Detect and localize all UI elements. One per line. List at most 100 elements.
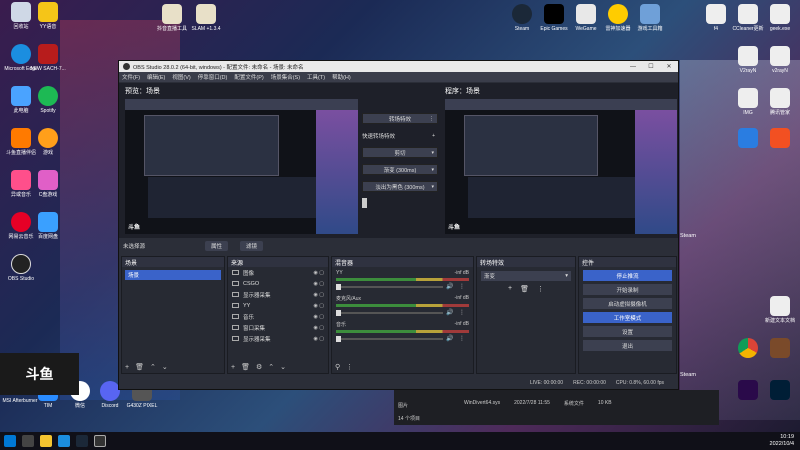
file-row[interactable]: WinDivert64.sys 2022/7/28 11:55 系统文件 10 … [464,400,612,407]
folder-item[interactable]: 图片 [398,402,408,409]
gear-icon[interactable]: ⚙ [256,364,262,371]
system-clock[interactable]: 10:19 2022/10/4 [770,434,794,448]
source-item[interactable]: YY ◉ ▢ [228,300,328,311]
t-bar-slider[interactable] [362,198,367,208]
start-recording-button[interactable]: 开始录制 [583,284,672,295]
obs-titlebar[interactable]: OBS Studio 28.0.2 (64-bit, windows) - 配置… [119,61,678,72]
more-icon[interactable]: ⋮ [459,309,469,316]
source-item[interactable]: CSGO ◉ ▢ [228,278,328,289]
trash-icon[interactable]: 🗑 [135,364,144,371]
add-quick-transition-icon[interactable]: + [432,133,435,139]
settings-button[interactable]: 设置 [583,326,672,337]
add-icon[interactable]: + [508,285,512,293]
add-icon[interactable]: + [231,364,235,371]
desktop-icon-spotify[interactable]: Spotify [28,86,68,114]
monitor-icon [232,292,239,297]
desktop-icon-slam[interactable]: SLAM +1.3.4 [186,4,226,32]
arrow-down-icon[interactable]: ⌄ [280,364,286,371]
link-icon[interactable]: ⚲ [335,364,340,371]
filters-button[interactable]: 滤镜 [240,241,264,251]
more-icon[interactable]: ⋮ [459,283,469,290]
eye-icon[interactable]: ◉ ▢ [314,336,324,342]
minimize-icon[interactable]: — [624,64,642,70]
menu-file[interactable]: 文件(F) [122,73,140,81]
cut-select[interactable]: 剪切 ▾ [362,147,438,158]
desktop-icon-steam[interactable]: Steam [502,4,542,32]
properties-button[interactable]: 属性 [205,241,229,251]
volume-slider[interactable] [336,283,443,290]
preview-canvas[interactable]: 斗鱼 [125,99,358,234]
more-icon[interactable]: ⋮ [346,364,353,371]
speaker-icon[interactable]: 🔊 [446,283,456,290]
spotify-icon [38,86,58,106]
transition-select[interactable]: 渐变 ▾ [481,271,571,281]
desktop-icon-photoshop[interactable] [760,380,800,402]
desktop-icon-baidu-pan[interactable]: 百度网盘 [28,212,68,240]
desktop-icon-game[interactable]: 游戏 [28,128,68,156]
arrow-up-icon[interactable]: ⌃ [268,364,274,371]
desktop-icon-geek[interactable]: geek.exe [760,4,800,32]
trash-icon[interactable]: 🗑 [520,285,529,293]
desktop-icon-tencent[interactable]: 腾讯管家 [760,88,800,116]
edge-icon[interactable] [58,435,70,447]
desktop-icon-new-text[interactable]: 新建文本文档 [760,296,800,324]
window-title: OBS Studio 28.0.2 (64-bit, windows) - 配置… [133,64,304,71]
menu-help[interactable]: 帮助(H) [332,73,351,81]
file-icon [162,4,182,24]
eye-icon[interactable]: ◉ ▢ [314,303,324,309]
desktop-icon-cdrive[interactable]: C盘游戏 [28,170,68,198]
menu-docks[interactable]: 停靠窗口(D) [198,73,228,81]
desktop-icon-game-tools[interactable]: 游戏工具箱 [630,4,670,32]
search-icon[interactable] [22,435,34,447]
program-canvas[interactable]: 斗鱼 [445,99,677,234]
scene-item[interactable]: 场景 [125,270,221,280]
menu-tools[interactable]: 工具(T) [307,73,325,81]
windows-start-icon[interactable] [4,435,16,447]
more-icon[interactable]: ⋮ [459,335,469,342]
desktop-icon-picture[interactable] [760,338,800,360]
more-icon[interactable]: ⋮ [537,285,544,293]
desktop-icon-yy[interactable]: YY语音 [28,2,68,30]
source-item[interactable]: 图像 ◉ ▢ [228,267,328,278]
add-icon[interactable]: + [125,364,129,371]
menu-scene-collection[interactable]: 场景集合(S) [271,73,300,81]
steam-icon[interactable] [76,435,88,447]
menu-edit[interactable]: 编辑(E) [147,73,165,81]
folder-icon[interactable] [40,435,52,447]
menu-profile[interactable]: 配置文件(P) [234,73,263,81]
eye-icon[interactable]: ◉ ▢ [314,281,324,287]
scenes-toolbar: + 🗑 ⌃ ⌄ [125,363,174,371]
fade-black-select[interactable]: 淡出为黑色 (300ms) ▾ [362,181,438,192]
close-icon[interactable]: ✕ [660,63,678,70]
fade-select[interactable]: 渐变 (300ms) ▾ [362,164,438,175]
studio-mode-button[interactable]: 工作室模式 [583,312,672,323]
menu-view[interactable]: 视图(V) [172,73,190,81]
desktop-icon-sach[interactable]: NEW SACH-7... [28,44,68,72]
game-icon [38,128,58,148]
eye-icon[interactable]: ◉ ▢ [314,314,324,320]
arrow-up-icon[interactable]: ⌃ [150,364,156,371]
eye-icon[interactable]: ◉ ▢ [314,270,324,276]
desktop-icon-obs[interactable]: OBS Studio [1,254,41,282]
exit-button[interactable]: 退出 [583,340,672,351]
desktop-icon-app-orange[interactable] [760,128,800,150]
trash-icon[interactable]: 🗑 [241,364,250,371]
stop-streaming-button[interactable]: 停止推流 [583,270,672,281]
arrow-down-icon[interactable]: ⌄ [162,364,168,371]
start-virtual-camera-button[interactable]: 启动虚拟摄像机 [583,298,672,309]
source-item[interactable]: 窗口采集 ◉ ▢ [228,322,328,333]
source-item[interactable]: 显示器采集 ◉ ▢ [228,289,328,300]
obs-taskbar-icon[interactable] [94,435,106,447]
speaker-icon[interactable]: 🔊 [446,335,456,342]
more-icon[interactable]: ⋮ [429,116,434,122]
desktop-icon-v2rayn-2[interactable]: v2rayN [760,46,800,74]
eye-icon[interactable]: ◉ ▢ [314,292,324,298]
volume-slider[interactable] [336,335,443,342]
maximize-icon[interactable]: ☐ [642,63,660,70]
source-item[interactable]: 显示器采集 ◉ ▢ [228,333,328,344]
source-item[interactable]: 音乐 ◉ ▢ [228,311,328,322]
volume-slider[interactable] [336,309,443,316]
speaker-icon[interactable]: 🔊 [446,309,456,316]
transition-button[interactable]: 转场特效 ⋮ [362,113,438,124]
eye-icon[interactable]: ◉ ▢ [314,325,324,331]
